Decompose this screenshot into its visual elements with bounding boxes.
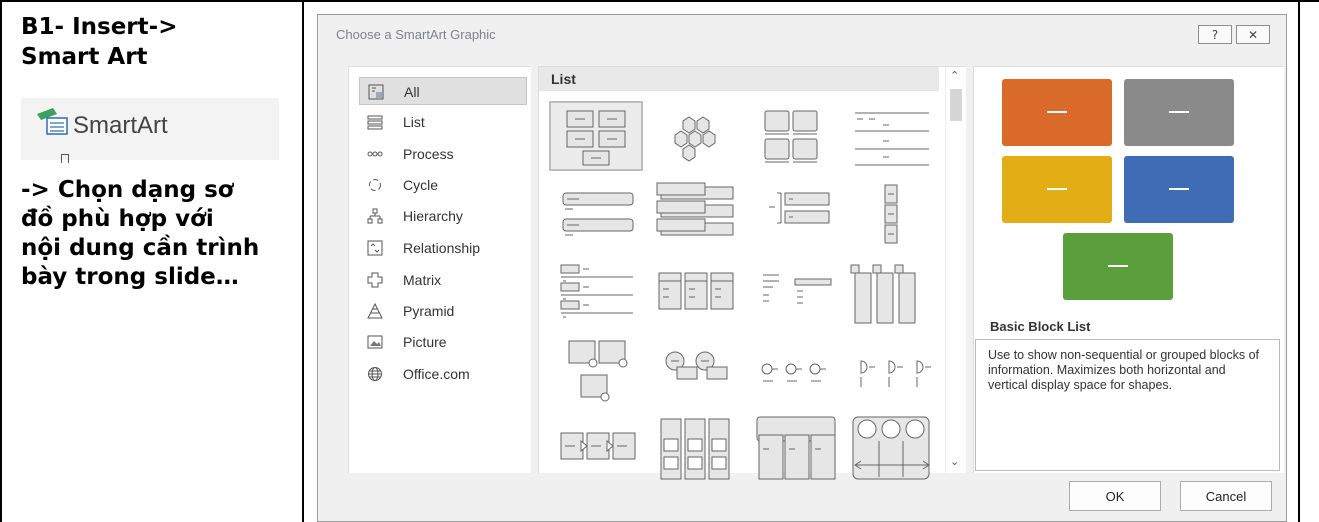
category-label: Process — [403, 146, 454, 162]
layout-hierarchy-list[interactable] — [749, 413, 843, 483]
category-label: Cycle — [403, 177, 439, 193]
layout-bending-picture-list[interactable] — [549, 335, 643, 405]
preview-block-green — [1063, 233, 1173, 300]
desc-line-1: -> Chọn dạng sơ — [21, 177, 234, 203]
category-label: Matrix — [403, 272, 442, 288]
preview-block-gold — [1002, 156, 1112, 223]
category-label: All — [404, 84, 420, 100]
layout-table-list[interactable] — [847, 413, 941, 483]
table-divider — [302, 0, 304, 522]
layout-hexagon-cluster[interactable] — [649, 101, 743, 171]
category-label: Office.com — [403, 366, 470, 382]
table-border-right — [1298, 0, 1300, 522]
layout-gallery: List ⌃ ⌄ — [538, 66, 966, 480]
scroll-up-icon[interactable]: ⌃ — [950, 69, 959, 82]
instruction-text: -> Chọn dạng sơ đồ phù hợp với nội dung … — [21, 176, 291, 292]
step-title: B1- Insert-> — [21, 14, 178, 40]
layout-chevron-accent-list[interactable] — [847, 335, 941, 405]
preview-block-gray — [1124, 79, 1234, 146]
category-cycle[interactable]: Cycle — [359, 171, 527, 199]
layout-process-list[interactable] — [549, 413, 643, 483]
all-icon — [368, 84, 384, 100]
category-process[interactable]: Process — [359, 140, 527, 168]
help-icon: ? — [1211, 28, 1219, 42]
category-all[interactable]: All — [359, 77, 527, 105]
relationship-icon — [367, 240, 383, 256]
category-label: Relationship — [403, 240, 481, 256]
step-title-2: Smart Art — [21, 44, 148, 70]
globe-icon — [368, 367, 382, 381]
preview-description: Use to show non-sequential or grouped bl… — [975, 339, 1280, 471]
category-hierarchy[interactable]: Hierarchy — [359, 202, 527, 230]
layout-grouped-list[interactable] — [649, 413, 743, 483]
category-list-item[interactable]: List — [359, 108, 527, 136]
category-matrix[interactable]: Matrix — [359, 266, 527, 294]
help-button[interactable]: ? — [1198, 25, 1232, 44]
ribbon-snippet: SmartArt — [21, 98, 279, 163]
layout-horizontal-bullet-list[interactable] — [649, 257, 743, 327]
layout-tab-list[interactable] — [549, 257, 643, 327]
close-button[interactable]: ✕ — [1236, 25, 1270, 44]
category-label: List — [403, 114, 425, 130]
desc-line-4: bày trong slide… — [21, 264, 239, 290]
category-picture[interactable]: Picture — [359, 328, 527, 356]
smartart-ribbon-button[interactable]: SmartArt — [73, 112, 168, 140]
layout-lined-list-2[interactable] — [549, 179, 643, 249]
category-office-com[interactable]: Office.com — [359, 360, 527, 388]
layout-circle-accent-list[interactable] — [649, 335, 743, 405]
category-list: All List Process Cycle Hierarchy Relatio… — [348, 66, 531, 473]
category-label: Hierarchy — [403, 208, 463, 224]
hierarchy-icon — [367, 208, 383, 224]
layout-vertical-bullet-list[interactable] — [847, 179, 941, 249]
scroll-thumb[interactable] — [950, 89, 962, 121]
category-pyramid[interactable]: Pyramid — [359, 297, 527, 325]
preview-block-orange — [1002, 79, 1112, 146]
pyramid-icon — [367, 303, 383, 319]
table-border-left — [0, 0, 2, 522]
smartart-icon — [37, 108, 68, 135]
table-border-top — [0, 0, 1319, 2]
scroll-down-icon[interactable]: ⌄ — [950, 455, 959, 468]
layout-lined-list[interactable] — [847, 101, 941, 171]
smartart-dialog: Choose a SmartArt Graphic ? ✕ All List P… — [317, 14, 1287, 522]
desc-line-3: nội dung cần trình — [21, 235, 260, 261]
ok-button[interactable]: OK — [1069, 481, 1161, 511]
dropdown-marker-icon — [61, 154, 69, 163]
gallery-header: List — [539, 67, 939, 91]
cancel-button[interactable]: Cancel — [1180, 481, 1272, 511]
category-relationship[interactable]: Relationship — [359, 234, 527, 262]
layout-basic-block-list[interactable] — [549, 101, 643, 171]
layout-trapezoid-list[interactable] — [749, 335, 843, 405]
layout-vertical-box-list[interactable] — [749, 101, 843, 171]
picture-icon — [367, 335, 383, 349]
layout-picture-accent-list[interactable] — [847, 257, 941, 327]
instruction-cell: B1- Insert-> Smart Art — [21, 12, 291, 72]
preview-title: Basic Block List — [990, 319, 1091, 334]
category-label: Pyramid — [403, 303, 455, 319]
cycle-icon — [369, 179, 381, 191]
desc-line-2: đồ phù hợp với — [21, 206, 214, 232]
gallery-header-label: List — [551, 71, 576, 87]
layout-bracket-list[interactable] — [749, 179, 843, 249]
process-icon — [367, 151, 383, 157]
dialog-title: Choose a SmartArt Graphic — [336, 27, 496, 42]
layout-stacked-list[interactable] — [649, 179, 743, 249]
close-icon: ✕ — [1247, 28, 1259, 42]
list-icon — [367, 115, 383, 130]
layout-square-accent-list[interactable] — [749, 257, 843, 327]
gallery-scrollbar[interactable]: ⌃ ⌄ — [945, 67, 966, 473]
matrix-icon — [367, 272, 383, 288]
preview-block-blue — [1124, 156, 1234, 223]
category-label: Picture — [403, 334, 447, 350]
preview-pane: Basic Block List Use to show non-sequent… — [973, 66, 1284, 473]
